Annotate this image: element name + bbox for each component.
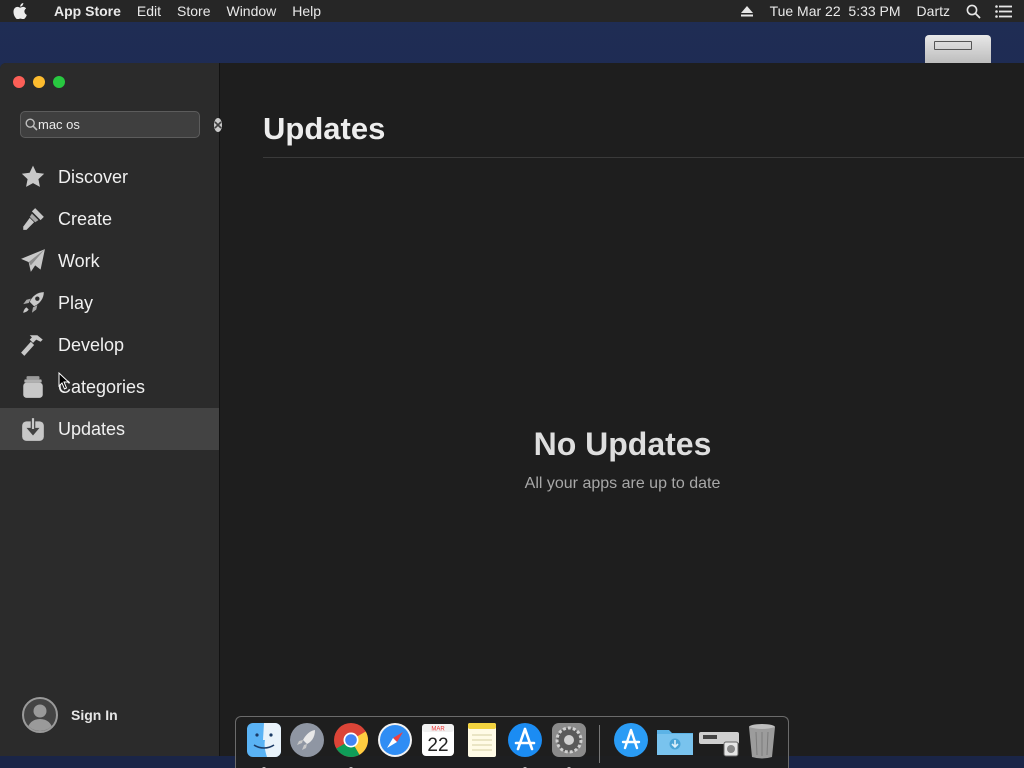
menu-app-store[interactable]: App Store xyxy=(40,0,129,22)
dock-applications-folder[interactable] xyxy=(610,722,654,766)
zoom-button[interactable] xyxy=(53,76,65,88)
dock-chrome[interactable] xyxy=(329,722,373,768)
launchpad-icon xyxy=(290,723,325,757)
menu-edit[interactable]: Edit xyxy=(129,0,169,22)
menu-store[interactable]: Store xyxy=(169,0,218,22)
sign-in-label: Sign In xyxy=(71,707,118,723)
sidebar-item-label: Discover xyxy=(58,166,129,187)
dock-downloads-folder[interactable] xyxy=(653,722,697,766)
chrome-icon xyxy=(333,723,368,757)
search-input[interactable] xyxy=(38,112,214,137)
sidebar-item-updates[interactable]: Updates xyxy=(0,408,219,450)
sidebar-nav: Discover Create Work Play Develop Catego… xyxy=(0,156,219,450)
empty-state-title: No Updates xyxy=(533,426,712,462)
sidebar-item-label: Develop xyxy=(58,334,125,355)
external-drive-icon[interactable] xyxy=(925,35,991,63)
search-field[interactable] xyxy=(20,111,222,138)
empty-state: No Updates All your apps are up to date xyxy=(221,426,1024,493)
apple-icon[interactable] xyxy=(0,3,40,19)
dock-finder[interactable] xyxy=(242,722,286,768)
trash-icon xyxy=(749,724,776,759)
menubar-user[interactable]: Dartz xyxy=(909,0,958,22)
menu-help[interactable]: Help xyxy=(284,0,329,22)
disk-image-icon xyxy=(698,732,739,757)
sidebar-item-label: Play xyxy=(58,292,94,313)
sidebar-item-label: Create xyxy=(58,208,113,229)
dock-system-preferences[interactable] xyxy=(547,722,591,768)
mouse-cursor-icon xyxy=(58,372,70,390)
dock-notes[interactable] xyxy=(460,722,504,766)
eject-icon[interactable] xyxy=(732,0,762,22)
hammer-icon xyxy=(19,331,47,359)
paintbrush-icon xyxy=(19,205,47,233)
spotlight-search-icon[interactable] xyxy=(958,0,988,22)
search-icon xyxy=(25,112,38,137)
dock-safari[interactable] xyxy=(373,722,417,766)
empty-state-subtitle: All your apps are up to date xyxy=(524,475,721,492)
star-icon xyxy=(19,163,47,191)
sign-in-button[interactable]: Sign In xyxy=(22,697,118,733)
page-title: Updates xyxy=(263,111,386,146)
stack-icon xyxy=(19,373,47,401)
app-store-icon xyxy=(508,723,543,757)
sidebar-item-label: Work xyxy=(58,250,100,271)
paper-plane-icon xyxy=(19,247,47,275)
menu-bar: App Store Edit Store Window Help Tue Mar… xyxy=(0,0,1024,22)
calendar-month: MAR xyxy=(431,727,445,733)
sidebar: Discover Create Work Play xyxy=(0,63,222,756)
app-store-window: Discover Create Work Play xyxy=(0,63,1024,756)
window-controls xyxy=(13,76,65,88)
sidebar-item-label: Categories xyxy=(58,376,146,397)
dock: MAR 22 xyxy=(235,716,789,768)
safari-icon xyxy=(377,723,412,757)
dock-app-store[interactable] xyxy=(503,722,547,768)
sidebar-item-label: Updates xyxy=(58,418,126,439)
sidebar-item-create[interactable]: Create xyxy=(0,198,219,240)
minimize-button[interactable] xyxy=(33,76,45,88)
sidebar-item-develop[interactable]: Develop xyxy=(0,324,219,366)
menu-window[interactable]: Window xyxy=(218,0,284,22)
dock-calendar[interactable]: MAR 22 xyxy=(416,722,460,766)
dock-trash[interactable] xyxy=(740,722,784,766)
sidebar-item-work[interactable]: Work xyxy=(0,240,219,282)
download-icon xyxy=(19,415,47,443)
calendar-day: 22 xyxy=(428,735,449,756)
menubar-clock[interactable]: Tue Mar 22 5:33 PM xyxy=(762,0,909,22)
gear-icon xyxy=(551,723,586,757)
close-button[interactable] xyxy=(13,76,25,88)
sidebar-item-categories[interactable]: Categories xyxy=(0,366,219,408)
notes-icon xyxy=(467,723,496,757)
title-divider xyxy=(263,157,1024,158)
applications-icon xyxy=(614,723,649,757)
notification-center-icon[interactable] xyxy=(988,0,1018,22)
dock-separator xyxy=(598,725,600,763)
dock-disk-image[interactable] xyxy=(697,722,741,766)
rocket-icon xyxy=(19,289,47,317)
sidebar-item-play[interactable]: Play xyxy=(0,282,219,324)
folder-icon xyxy=(656,730,693,755)
avatar xyxy=(22,697,58,733)
sidebar-item-discover[interactable]: Discover xyxy=(0,156,219,198)
finder-icon xyxy=(246,723,281,757)
main-content: Updates No Updates All your apps are up … xyxy=(221,63,1024,756)
calendar-icon: MAR 22 xyxy=(422,724,455,756)
dock-launchpad[interactable] xyxy=(286,722,330,766)
